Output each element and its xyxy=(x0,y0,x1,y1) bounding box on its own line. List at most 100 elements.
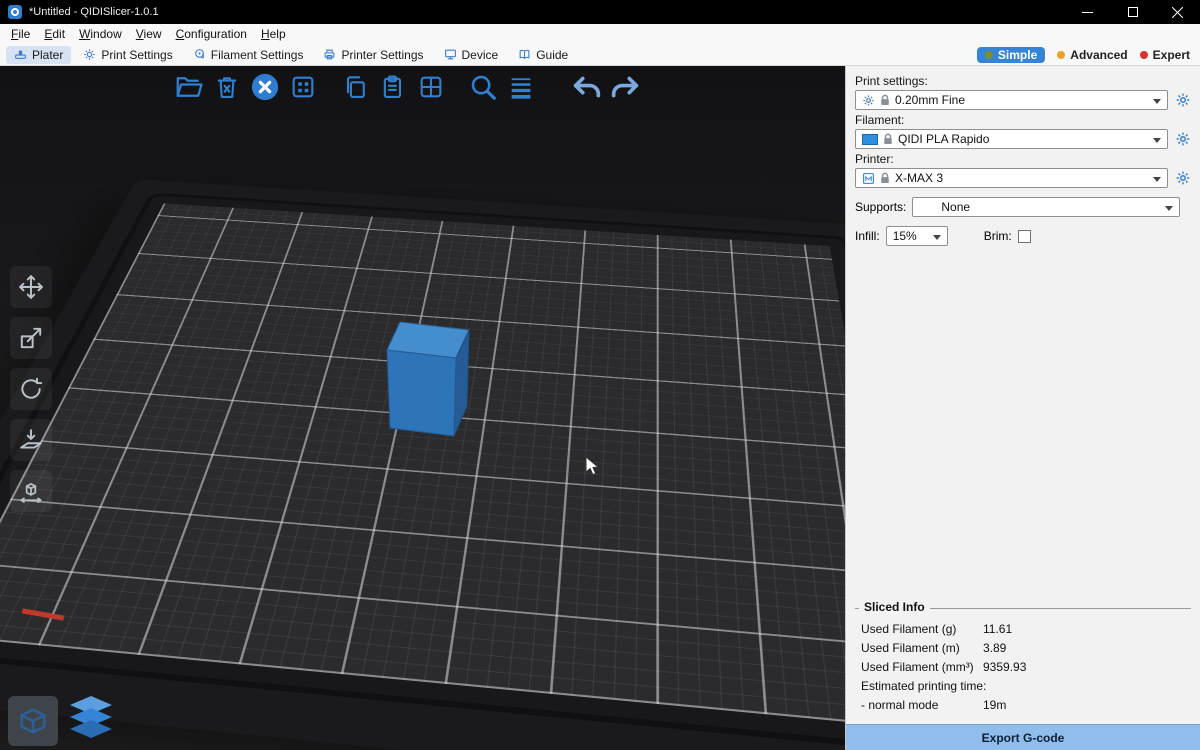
menu-help[interactable]: Help xyxy=(254,25,293,43)
tab-label: Plater xyxy=(32,48,63,62)
gizmo-toolbar xyxy=(10,266,52,512)
tab-plater[interactable]: Plater xyxy=(6,46,71,64)
3d-viewport[interactable] xyxy=(0,66,845,750)
copy-icon xyxy=(341,73,369,101)
mode-label: Simple xyxy=(998,48,1037,62)
filament-label: Filament: xyxy=(855,113,1191,127)
place-on-face-button[interactable] xyxy=(10,419,52,461)
menu-window[interactable]: Window xyxy=(72,25,129,43)
printer-gear-button[interactable] xyxy=(1174,170,1191,187)
window-title: *Untitled - QIDISlicer-1.0.1 xyxy=(29,6,159,18)
lock-icon xyxy=(883,133,893,145)
filament-color-swatch xyxy=(862,134,878,145)
rotate-icon xyxy=(18,376,44,402)
supports-combo[interactable]: None xyxy=(912,197,1180,217)
paste-button[interactable] xyxy=(376,70,410,104)
filament-value: QIDI PLA Rapido xyxy=(898,132,989,146)
scale-button[interactable] xyxy=(10,317,52,359)
measure-icon xyxy=(18,478,44,504)
copy-button[interactable] xyxy=(338,70,372,104)
arrange-icon xyxy=(289,73,317,101)
split-view-button[interactable] xyxy=(414,70,448,104)
guide-icon xyxy=(518,48,531,61)
tab-label: Device xyxy=(462,48,499,62)
menubar: File Edit Window View Configuration Help xyxy=(0,24,1200,44)
plater-toolbar xyxy=(170,70,644,104)
print-settings-combo[interactable]: 0.20mm Fine xyxy=(855,90,1168,110)
simple-mode-dot-icon xyxy=(985,51,993,59)
window-controls xyxy=(1065,0,1200,24)
mode-advanced[interactable]: Advanced xyxy=(1057,48,1127,62)
sliced-info-row: Used Filament (mm³) 9359.93 xyxy=(857,657,1189,676)
close-button[interactable] xyxy=(1155,0,1200,24)
menu-edit[interactable]: Edit xyxy=(37,25,72,43)
delete-button[interactable] xyxy=(210,70,244,104)
measure-button[interactable] xyxy=(10,470,52,512)
maximize-button[interactable] xyxy=(1110,0,1155,24)
supports-value: None xyxy=(919,200,970,214)
variable-layer-height-button[interactable] xyxy=(504,70,538,104)
print-bed xyxy=(0,195,845,747)
menu-view[interactable]: View xyxy=(129,25,169,43)
mode-label: Advanced xyxy=(1070,48,1127,62)
tab-label: Printer Settings xyxy=(341,48,423,62)
split-view-icon xyxy=(417,73,445,101)
tab-device[interactable]: Device xyxy=(436,46,507,64)
tab-print-settings[interactable]: Print Settings xyxy=(75,46,180,64)
tabbar: Plater Print Settings Filament Settings … xyxy=(0,44,1200,66)
filament-gear-button[interactable] xyxy=(1174,131,1191,148)
sliced-preview-button[interactable] xyxy=(64,694,118,746)
filament-settings-icon xyxy=(193,48,206,61)
infill-combo[interactable]: 15% xyxy=(886,226,948,246)
printer-combo[interactable]: X-MAX 3 xyxy=(855,168,1168,188)
lock-icon xyxy=(880,94,890,106)
titlebar: *Untitled - QIDISlicer-1.0.1 xyxy=(0,0,1200,24)
gear-icon xyxy=(1175,92,1191,108)
minimize-button[interactable] xyxy=(1065,0,1110,24)
mode-simple[interactable]: Simple xyxy=(977,47,1045,63)
lock-icon xyxy=(880,172,890,184)
close-icon xyxy=(1172,7,1183,18)
gear-icon xyxy=(1175,131,1191,147)
open-button[interactable] xyxy=(172,70,206,104)
tab-label: Print Settings xyxy=(101,48,172,62)
delete-icon xyxy=(213,73,241,101)
redo-button[interactable] xyxy=(608,70,642,104)
mode-selector: Simple Advanced Expert xyxy=(977,47,1194,63)
undo-icon xyxy=(570,70,604,104)
search-button[interactable] xyxy=(466,70,500,104)
export-gcode-button[interactable]: Export G-code xyxy=(846,724,1200,750)
3d-editor-view-button[interactable] xyxy=(8,696,58,746)
maximize-icon xyxy=(1128,7,1138,17)
mode-expert[interactable]: Expert xyxy=(1140,48,1190,62)
infill-label: Infill: xyxy=(855,229,880,243)
delete-all-button[interactable] xyxy=(248,70,282,104)
move-button[interactable] xyxy=(10,266,52,308)
move-icon xyxy=(18,274,44,300)
undo-button[interactable] xyxy=(570,70,604,104)
mode-label: Expert xyxy=(1153,48,1190,62)
tab-guide[interactable]: Guide xyxy=(510,46,576,64)
sliced-info-row: Estimated printing time: xyxy=(857,676,1189,695)
tab-label: Filament Settings xyxy=(211,48,304,62)
tab-printer-settings[interactable]: Printer Settings xyxy=(315,46,431,64)
plater-icon xyxy=(14,48,27,61)
printer-icon xyxy=(862,172,875,185)
redo-icon xyxy=(608,70,642,104)
print-settings-gear-button[interactable] xyxy=(1174,92,1191,109)
place-on-face-icon xyxy=(18,427,44,453)
open-icon xyxy=(174,72,204,102)
filament-combo[interactable]: QIDI PLA Rapido xyxy=(855,129,1168,149)
arrange-button[interactable] xyxy=(286,70,320,104)
rotate-button[interactable] xyxy=(10,368,52,410)
variable-layer-height-icon xyxy=(507,73,535,101)
scale-icon xyxy=(18,325,44,351)
tab-filament-settings[interactable]: Filament Settings xyxy=(185,46,312,64)
gear-icon xyxy=(1175,170,1191,186)
sliced-info-row: - normal mode 19m xyxy=(857,695,1189,714)
3d-view-cube-icon xyxy=(16,704,50,738)
brim-checkbox[interactable] xyxy=(1018,230,1031,243)
menu-configuration[interactable]: Configuration xyxy=(169,25,254,43)
menu-file[interactable]: File xyxy=(4,25,37,43)
sliced-info-panel: Sliced Info Used Filament (g) 11.61 Used… xyxy=(855,608,1191,716)
